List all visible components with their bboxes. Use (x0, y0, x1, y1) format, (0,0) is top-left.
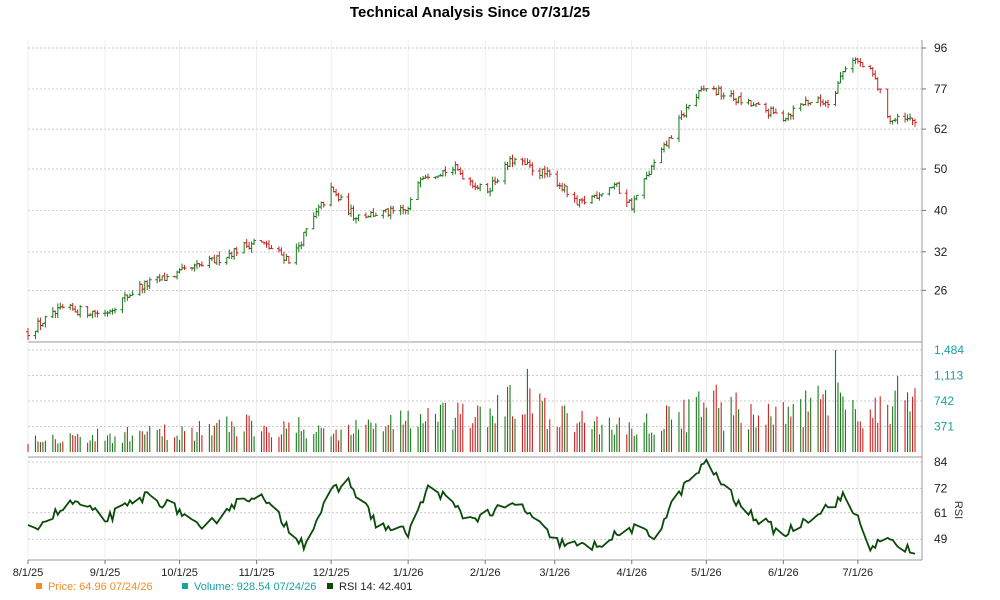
volume-tick-label: 1,484 (934, 343, 964, 357)
price-tick-label: 40 (934, 203, 948, 217)
volume-tick-label: 742 (934, 394, 954, 408)
price-tick-label: 77 (934, 82, 948, 96)
time-tick-label: 4/1/26 (616, 567, 647, 579)
legend-swatch (36, 583, 42, 589)
rsi-tick-label: 61 (934, 506, 948, 520)
volume-tick-label: 371 (934, 420, 954, 434)
time-tick-label: 8/1/25 (13, 567, 44, 579)
legend-entry: RSI 14: 42.401 (339, 581, 412, 593)
legend-swatch (182, 583, 188, 589)
time-tick-label: 10/1/25 (161, 567, 198, 579)
rsi-tick-label: 84 (934, 455, 948, 469)
time-tick-label: 9/1/25 (90, 567, 121, 579)
rsi-series (27, 458, 916, 555)
time-tick-label: 1/1/26 (393, 567, 424, 579)
time-tick-label: 6/1/26 (768, 567, 799, 579)
price-tick-label: 96 (934, 41, 948, 55)
volume-tick-label: 1,113 (934, 369, 963, 383)
time-tick-label: 7/1/26 (843, 567, 874, 579)
time-tick-label: 2/1/26 (470, 567, 501, 579)
technical-analysis-chart: Technical Analysis Since 07/31/25 26 32 40… (13, 4, 965, 593)
rsi-axis-label: RSI (952, 501, 964, 519)
rsi-line (27, 458, 916, 555)
chart-title: Technical Analysis Since 07/31/25 (350, 4, 590, 21)
price-tick-label: 62 (934, 122, 948, 136)
time-tick-label: 12/1/25 (313, 567, 350, 579)
legend-swatch (327, 583, 333, 589)
time-tick-label: 11/1/25 (239, 567, 275, 579)
price-tick-label: 50 (934, 162, 948, 176)
rsi-tick-label: 72 (934, 481, 948, 495)
price-tick-label: 32 (934, 245, 948, 259)
legend: Price: 64.96 07/24/26 Volume: 928.54 07/2… (36, 581, 412, 593)
legend-entry: Price: 64.96 07/24/26 (48, 581, 153, 593)
rsi-tick-label: 49 (934, 532, 948, 546)
time-tick-label: 5/1/26 (691, 567, 722, 579)
legend-entry: Volume: 928.54 07/24/26 (194, 581, 316, 593)
price-tick-label: 26 (934, 283, 948, 297)
time-tick-label: 3/1/26 (539, 567, 570, 579)
